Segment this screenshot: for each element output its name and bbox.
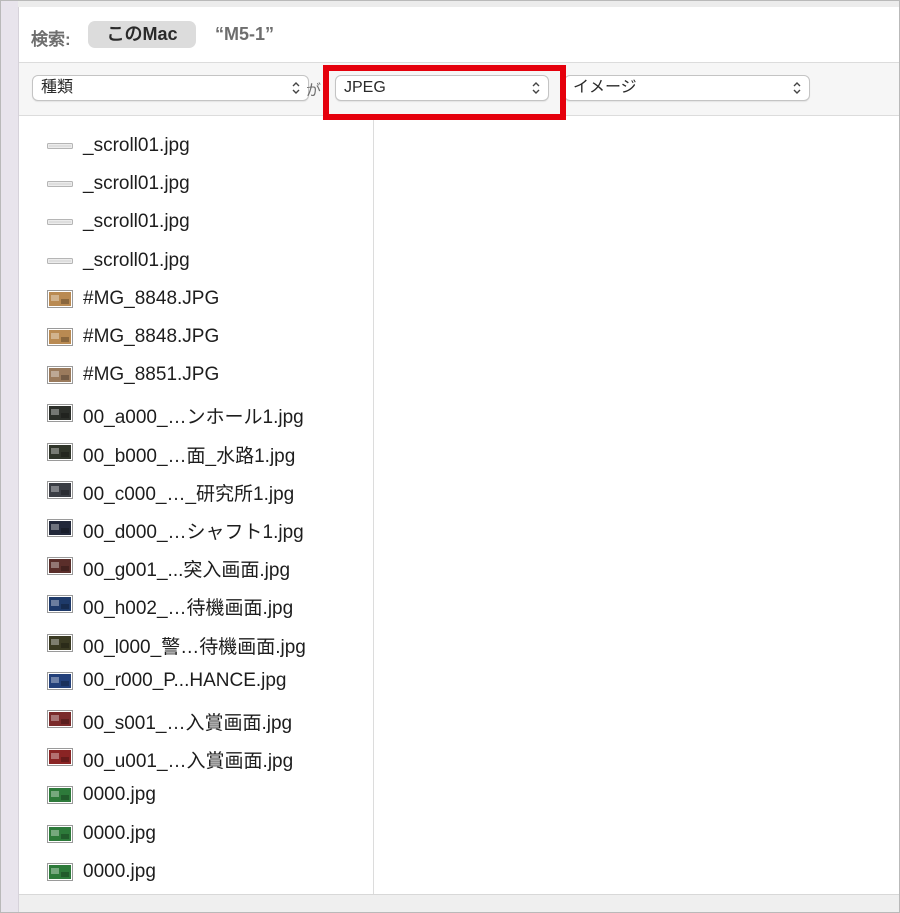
file-name-label: 00_r000_P...HANCE.jpg — [83, 669, 287, 691]
attribute-popup-label: 種類 — [41, 79, 74, 96]
file-name-label: 00_h002_…待機画面.jpg — [83, 598, 294, 620]
photo-thumbnail-icon — [47, 289, 73, 308]
updown-chevron-icon — [793, 82, 801, 94]
attribute-popup[interactable]: 種類 — [32, 75, 309, 101]
photo-thumbnail-icon — [47, 366, 73, 385]
scope-this-mac-button[interactable]: このMac — [88, 21, 196, 48]
dark-image-thumbnail-icon — [47, 748, 73, 767]
list-item[interactable]: 00_a000_…ンホール1.jpg — [19, 394, 373, 432]
dark-image-thumbnail-icon — [47, 519, 73, 537]
file-name-label: 00_s001_…入賞画面.jpg — [83, 713, 293, 734]
file-name-label: 0000.jpg — [83, 784, 156, 806]
file-name-label: 00_u001_…入賞画面.jpg — [83, 751, 294, 773]
scope-folder-button[interactable]: “M5-1” — [215, 24, 274, 45]
list-item[interactable]: _scroll01.jpg — [19, 127, 373, 165]
list-item[interactable]: 00_u001_…入賞画面.jpg — [19, 738, 373, 776]
file-name-label: 00_b000_…面_水路1.jpg — [83, 445, 296, 467]
list-item[interactable]: _scroll01.jpg — [19, 165, 373, 203]
dark-image-thumbnail-icon — [47, 710, 73, 728]
photo-thumbnail-icon — [47, 328, 73, 346]
file-name-label: 00_a000_…ンホール1.jpg — [83, 407, 304, 429]
list-item[interactable]: _scroll01.jpg — [19, 203, 373, 241]
list-item[interactable]: #MG_8848.JPG — [19, 318, 373, 356]
list-item[interactable]: _scroll01.jpg — [19, 242, 373, 280]
blank-strip-thumbnail-icon — [47, 252, 73, 270]
list-item[interactable]: 00_r000_P...HANCE.jpg — [19, 662, 373, 700]
list-item[interactable]: 00_c000_…_研究所1.jpg — [19, 471, 373, 509]
file-name-label: #MG_8848.JPG — [83, 287, 220, 309]
connector-label: が — [306, 82, 322, 99]
dark-image-thumbnail-icon — [47, 480, 73, 499]
dark-image-thumbnail-icon — [47, 442, 73, 461]
dark-image-thumbnail-icon — [47, 671, 73, 690]
type-value-popup[interactable]: イメージ — [564, 75, 810, 101]
dark-image-thumbnail-icon — [47, 595, 73, 614]
file-name-label: 00_c000_…_研究所1.jpg — [83, 483, 295, 505]
preview-pane — [374, 116, 899, 894]
updown-chevron-icon — [292, 82, 300, 94]
search-label: 検索: — [31, 30, 71, 49]
file-name-label: 0000.jpg — [83, 822, 156, 844]
file-name-label: #MG_8848.JPG — [83, 326, 220, 347]
list-item[interactable]: #MG_8848.JPG — [19, 280, 373, 318]
list-item[interactable]: 0000.jpg — [19, 853, 373, 891]
dark-image-thumbnail-icon — [47, 633, 73, 652]
file-name-label: 00_g001_...突入画面.jpg — [83, 560, 291, 582]
blank-strip-thumbnail-icon — [47, 213, 73, 231]
file-name-label: _scroll01.jpg — [83, 135, 190, 156]
file-name-label: _scroll01.jpg — [83, 249, 190, 271]
finder-search-window: 検索: このMac “M5-1” 種類 が JPEG イメージ _scroll0… — [0, 0, 900, 913]
colorful-image-thumbnail-icon — [47, 824, 73, 843]
type-value-popup-label: イメージ — [573, 79, 637, 96]
colorful-image-thumbnail-icon — [47, 786, 73, 805]
list-item[interactable]: #MG_8851.JPG — [19, 356, 373, 394]
blank-strip-thumbnail-icon — [47, 175, 73, 193]
list-item[interactable]: 00_h002_…待機画面.jpg — [19, 585, 373, 623]
file-name-label: 0000.jpg — [83, 860, 156, 882]
search-scope-bar: 検索: このMac “M5-1” — [19, 7, 899, 62]
blank-strip-thumbnail-icon — [47, 137, 73, 155]
colorful-image-thumbnail-icon — [47, 862, 73, 881]
list-item[interactable]: 0000.jpg — [19, 815, 373, 853]
results-list: _scroll01.jpg _scroll01.jpg _scroll01.jpg _… — [19, 116, 373, 894]
file-name-label: _scroll01.jpg — [83, 211, 190, 233]
file-name-label: #MG_8851.JPG — [83, 364, 220, 386]
file-name-label: _scroll01.jpg — [83, 173, 190, 195]
dark-image-thumbnail-icon — [47, 404, 73, 423]
file-name-label: 00_l000_警…待機画面.jpg — [83, 636, 306, 658]
highlight-annotation-box — [323, 65, 566, 120]
list-item[interactable]: 00_b000_…面_水路1.jpg — [19, 433, 373, 471]
list-item[interactable]: 00_d000_…シャフト1.jpg — [19, 509, 373, 547]
dark-image-thumbnail-icon — [47, 557, 73, 576]
list-item[interactable]: 00_s001_…入賞画面.jpg — [19, 700, 373, 738]
list-item[interactable]: 00_l000_警…待機画面.jpg — [19, 624, 373, 662]
window-left-edge — [1, 1, 19, 912]
file-name-label: 00_d000_…シャフト1.jpg — [83, 522, 304, 543]
list-item[interactable]: 00_g001_...突入画面.jpg — [19, 547, 373, 585]
status-bar — [19, 895, 899, 912]
list-item[interactable]: 0000.jpg — [19, 776, 373, 814]
